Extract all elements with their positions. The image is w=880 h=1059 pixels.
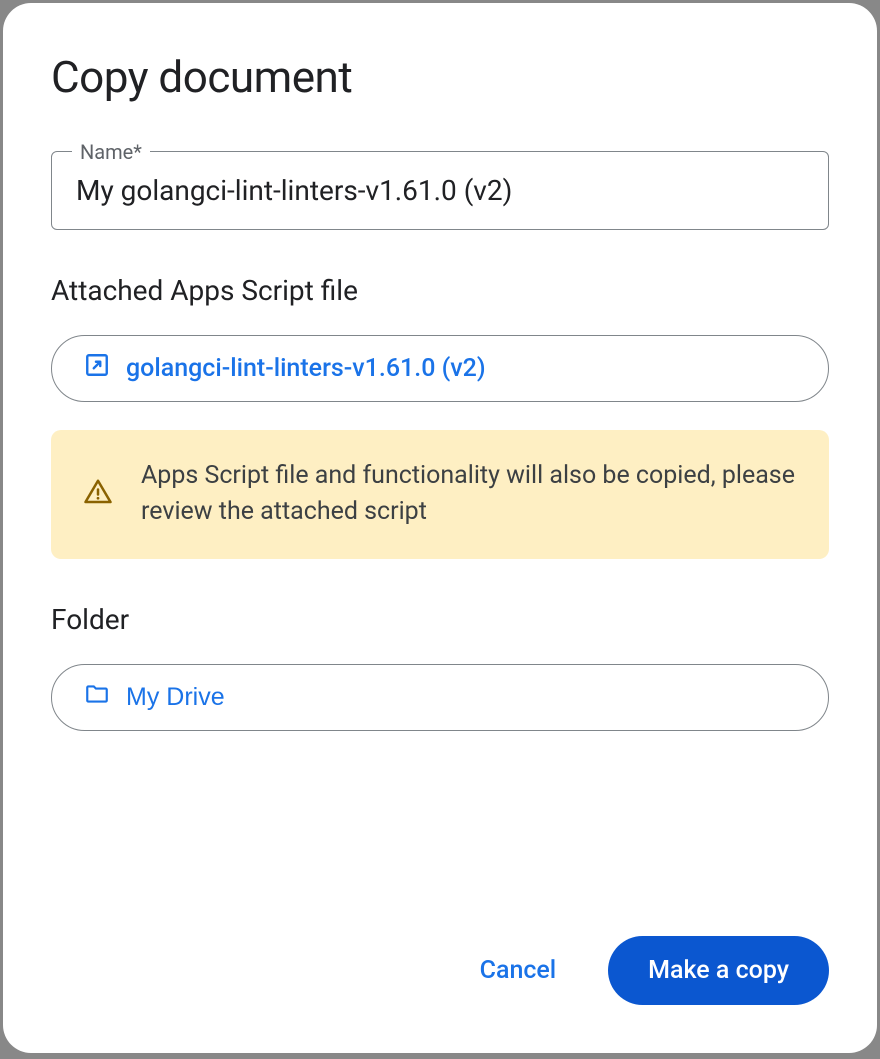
warning-banner: Apps Script file and functionality will … [51,430,829,559]
warning-icon [83,477,113,511]
folder-heading: Folder [51,603,829,636]
folder-chip[interactable]: My Drive [51,664,829,731]
attached-script-link[interactable]: golangci-lint-linters-v1.61.0 (v2) [51,335,829,402]
name-input[interactable] [76,174,804,207]
attached-script-heading: Attached Apps Script file [51,274,829,307]
copy-document-dialog: Copy document Name* Attached Apps Script… [3,3,877,1053]
dialog-actions: Cancel Make a copy [51,936,829,1005]
attached-script-link-text: golangci-lint-linters-v1.61.0 (v2) [126,354,486,383]
name-field-label: Name* [72,140,150,164]
cancel-button[interactable]: Cancel [460,942,577,999]
folder-chip-text: My Drive [126,683,225,712]
open-external-icon [84,352,110,385]
folder-icon [84,681,110,714]
dialog-title: Copy document [51,51,829,103]
make-copy-button[interactable]: Make a copy [608,936,829,1005]
name-field-container: Name* [51,151,829,230]
warning-text: Apps Script file and functionality will … [141,458,797,531]
